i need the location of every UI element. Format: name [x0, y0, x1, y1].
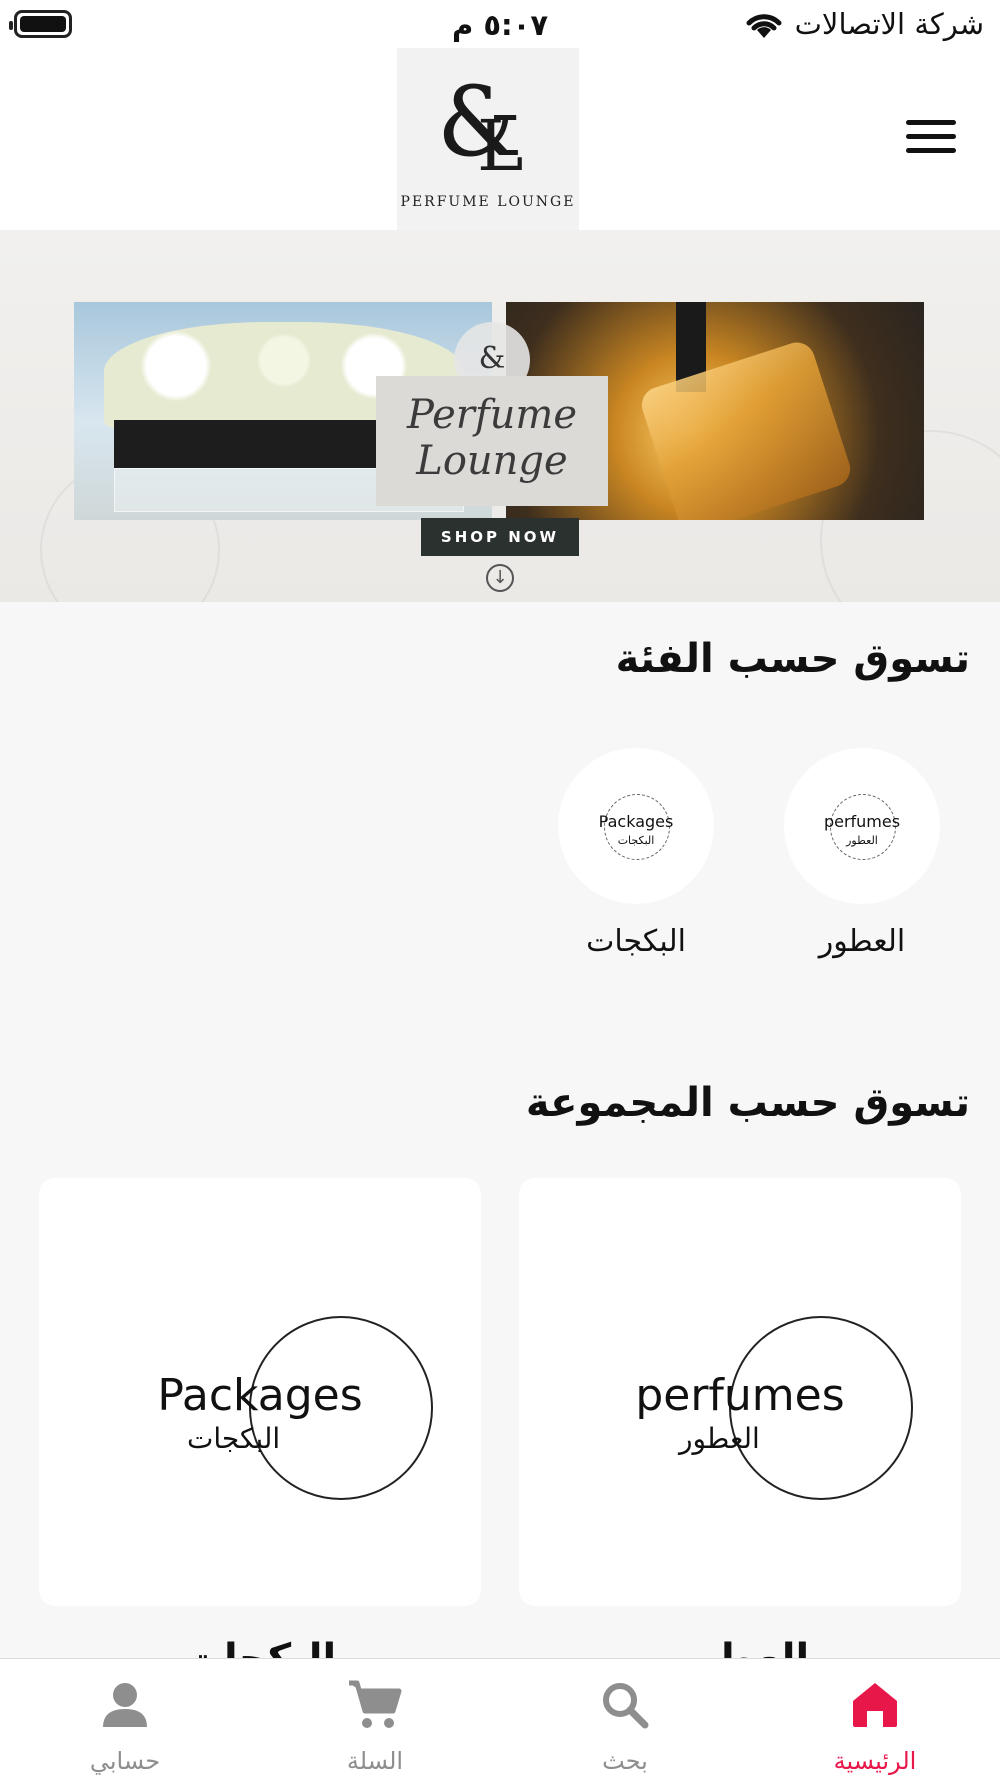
home-icon — [775, 1673, 975, 1737]
hamburger-icon-bar — [906, 134, 956, 139]
arrow-down-circle-icon[interactable]: ↓ — [486, 564, 514, 592]
banner-title-line: Lounge — [416, 438, 568, 484]
svg-text:L: L — [477, 105, 523, 180]
category-image-ar: العطور — [846, 834, 878, 847]
hamburger-icon-bar — [906, 148, 956, 153]
category-image-ar: البكجات — [617, 834, 655, 847]
category-label: العطور — [818, 924, 906, 959]
tab-home[interactable]: الرئيسية — [775, 1673, 975, 1775]
category-image: perfumes العطور — [784, 748, 940, 904]
bottom-tab-bar: الرئيسية بحث السلة حسابي — [0, 1658, 1000, 1778]
category-section-title: تسوق حسب الفئة — [615, 636, 970, 682]
tab-cart[interactable]: السلة — [275, 1673, 475, 1775]
category-image-en: perfumes — [823, 812, 901, 831]
collection-image-ar: العطور — [679, 1422, 760, 1455]
shop-now-button[interactable]: SHOP NOW — [421, 518, 579, 556]
category-image: Packages البكجات — [558, 748, 714, 904]
account-icon — [25, 1673, 225, 1737]
tab-label: حسابي — [89, 1747, 161, 1775]
banner-title: Perfume Lounge — [376, 376, 608, 506]
search-icon — [525, 1673, 725, 1737]
collection-image-en: perfumes — [635, 1370, 845, 1421]
hero-banner[interactable]: & Perfume Lounge SHOP NOW ↓ — [0, 230, 1000, 602]
logo-text: PERFUME LOUNGE — [400, 194, 576, 210]
store-logo[interactable]: & L PERFUME LOUNGE — [397, 48, 579, 230]
menu-button[interactable] — [906, 120, 956, 160]
hamburger-icon-bar — [906, 120, 956, 125]
category-item-perfumes[interactable]: perfumes العطور العطور — [782, 748, 942, 959]
collection-image-ar: البكجات — [187, 1422, 281, 1455]
tab-search[interactable]: بحث — [525, 1673, 725, 1775]
tab-label: بحث — [602, 1747, 648, 1775]
tab-label: الرئيسية — [833, 1747, 917, 1775]
collection-card-perfumes[interactable]: perfumes العطور — [519, 1178, 961, 1606]
logo-monogram: & L — [437, 66, 523, 180]
collection-image-en: Packages — [157, 1370, 363, 1421]
collection-card-packages[interactable]: Packages البكجات — [39, 1178, 481, 1606]
tab-account[interactable]: حسابي — [25, 1673, 225, 1775]
banner-title-line: Perfume — [406, 392, 578, 438]
collection-section-title: تسوق حسب المجموعة — [525, 1080, 970, 1126]
wifi-icon — [746, 14, 782, 38]
carrier-name: شركة الاتصالات — [794, 7, 984, 41]
category-item-packages[interactable]: Packages البكجات البكجات — [556, 748, 716, 959]
app-header: & L PERFUME LOUNGE — [0, 48, 1000, 230]
status-bar: ٥:٠٧ م شركة الاتصالات — [0, 0, 1000, 48]
category-label: البكجات — [586, 924, 686, 959]
category-image-en: Packages — [598, 812, 674, 831]
cart-icon — [275, 1673, 475, 1737]
tab-label: السلة — [346, 1747, 404, 1775]
